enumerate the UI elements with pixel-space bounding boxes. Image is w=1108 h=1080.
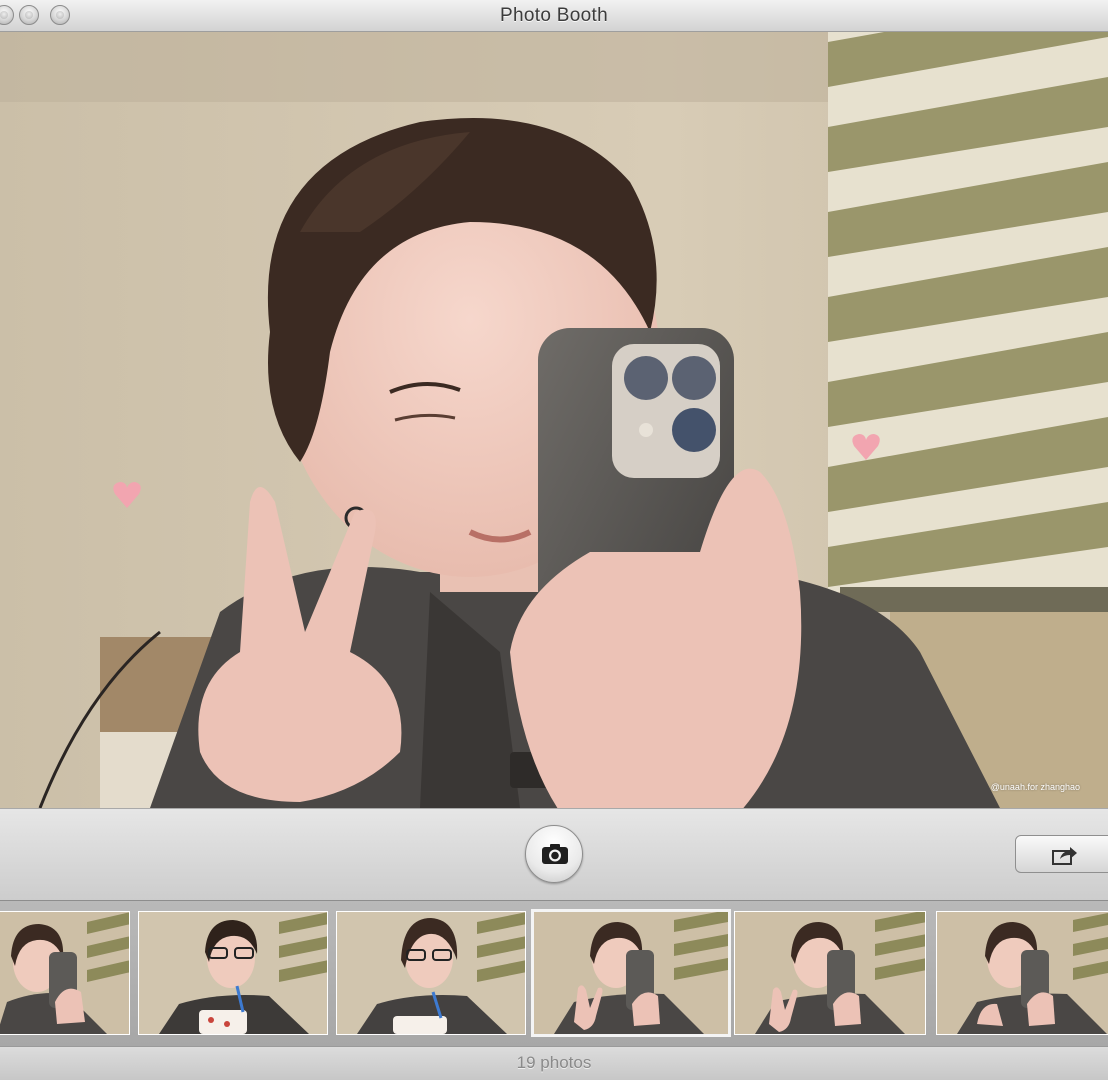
share-icon (1052, 847, 1077, 865)
camera-preview: @unaah.for zhanghao (0, 32, 1108, 808)
photo-count: 19 photos (516, 1053, 592, 1072)
thumbnail-image (735, 912, 925, 1034)
window-title: Photo Booth (500, 5, 608, 26)
photo-thumbnail[interactable] (138, 911, 328, 1035)
photo-thumbnail[interactable] (0, 911, 130, 1035)
thumbnail-image (0, 912, 129, 1034)
thumbnail-image (534, 912, 728, 1034)
watermark-text: @unaah.for zhanghao (990, 782, 1080, 792)
photo-thumbnail[interactable] (734, 911, 926, 1035)
camera-icon (542, 844, 568, 864)
filmstrip[interactable] (0, 900, 1108, 1046)
take-photo-button[interactable] (525, 825, 583, 883)
thumbnail-image (937, 912, 1108, 1034)
photo-thumbnail-selected[interactable] (531, 909, 731, 1037)
share-button[interactable] (1015, 835, 1108, 873)
toolbar (0, 808, 1108, 900)
thumbnail-image (139, 912, 327, 1034)
photo-thumbnail[interactable] (336, 911, 526, 1035)
preview-image (0, 32, 1108, 808)
status-bar: 19 photos (0, 1046, 1108, 1080)
thumbnail-image (337, 912, 525, 1034)
title-bar: Photo Booth (0, 0, 1108, 32)
photo-thumbnail[interactable] (936, 911, 1108, 1035)
